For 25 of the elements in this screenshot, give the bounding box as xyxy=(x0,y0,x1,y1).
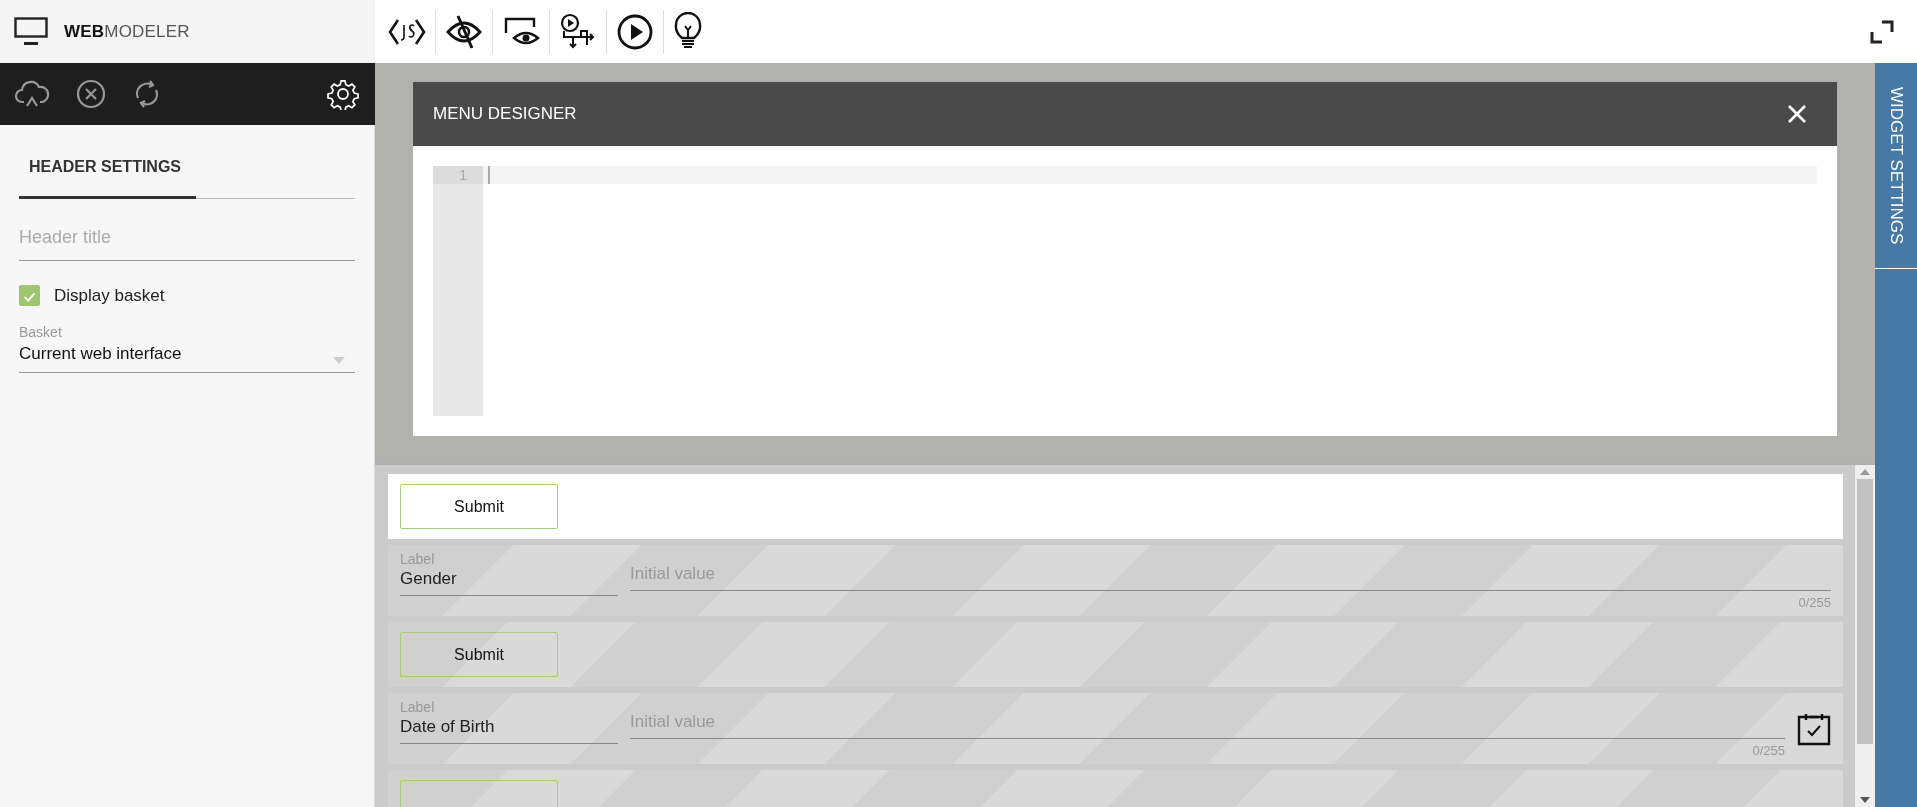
header-title-field[interactable]: Header title xyxy=(19,213,355,261)
scroll-down-icon[interactable] xyxy=(1860,797,1870,803)
submit-button[interactable]: Submit xyxy=(400,484,558,529)
checkbox-label: Display basket xyxy=(54,285,165,306)
app-title: WEBMODELER xyxy=(64,21,190,42)
settings-icon[interactable] xyxy=(327,78,359,110)
close-circle-icon[interactable] xyxy=(76,79,106,109)
expand-icon[interactable] xyxy=(1869,18,1895,45)
submit-button[interactable]: Submit xyxy=(400,632,558,677)
checkbox[interactable] xyxy=(19,285,40,306)
widget-row[interactable]: Submit xyxy=(388,474,1843,539)
caret-icon xyxy=(333,357,345,364)
calendar-check-icon[interactable] xyxy=(1797,711,1831,746)
widget-settings-tab[interactable]: WIDGET SETTINGS xyxy=(1875,63,1917,270)
character-counter: 0/255 xyxy=(1752,743,1785,758)
close-icon[interactable] xyxy=(1787,104,1807,124)
dialog-title: MENU DESIGNER xyxy=(433,104,577,124)
character-counter: 0/255 xyxy=(1798,595,1831,610)
widget-row[interactable]: Submit xyxy=(388,622,1843,687)
settings-tab[interactable]: HEADER SETTINGS xyxy=(19,141,196,199)
play-icon[interactable] xyxy=(616,12,654,51)
scrollbar[interactable] xyxy=(1855,465,1875,807)
monitor-icon xyxy=(14,16,48,47)
basket-dropdown[interactable]: Basket Current web interface xyxy=(19,324,355,373)
play-flow-icon[interactable] xyxy=(559,12,597,51)
